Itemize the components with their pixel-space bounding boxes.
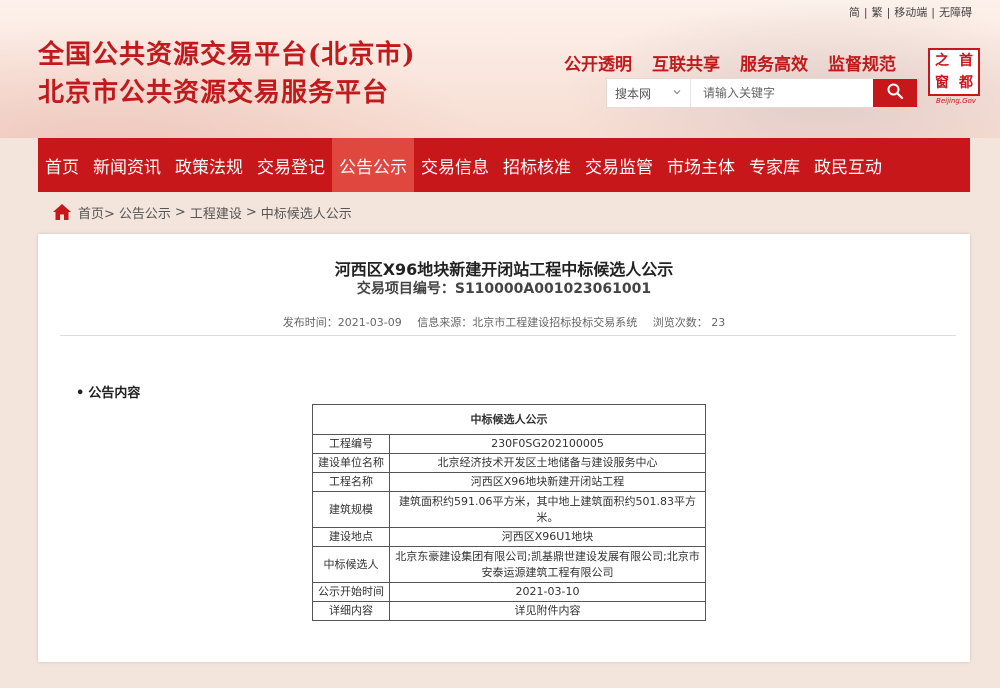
home-icon[interactable] [52,203,72,221]
article-title: 河西区X96地块新建开闭站工程中标候选人公示 [334,260,674,279]
section-label-text: 公告内容 [88,386,141,401]
nav-experts[interactable]: 专家库 [742,138,807,192]
logo-char: 窗 [935,75,949,91]
logo-char: 之 [935,53,949,69]
row-value: 详见附件内容 [389,601,706,621]
row-label: 建筑规模 [312,491,390,528]
breadcrumb-engineering[interactable]: 工程建设 [190,203,242,222]
slogan: 公开透明 [564,55,632,75]
view-count: 浏览次数： 23 [652,316,726,329]
breadcrumb: 首页> 公告公示 > 工程建设 > 中标候选人公示 [52,200,352,224]
row-value: 北京东豪建设集团有限公司;凯基鼎世建设发展有限公司;北京市安泰运源建筑工程有限公… [389,546,706,583]
accessibility-link[interactable]: 无障碍 [939,6,972,19]
row-label: 工程编号 [312,434,390,454]
search-scope-select[interactable]: 搜本网 [607,79,691,107]
table-row: 详细内容 详见附件内容 [312,601,706,621]
row-label: 中标候选人 [312,546,390,583]
nav-announcements[interactable]: 公告公示 [332,138,414,192]
search-box: 搜本网 [606,78,918,108]
section-label: • 公告内容 [76,382,140,401]
nav-interaction[interactable]: 政民互动 [807,138,889,192]
slogan: 互联共享 [652,55,720,75]
logo-caption: Beijing.Gov [936,97,976,105]
row-value: 河西区X96U1地块 [389,527,706,547]
nav-trade-info[interactable]: 交易信息 [414,138,496,192]
nav-market-entities[interactable]: 市场主体 [660,138,742,192]
row-value: 北京经济技术开发区土地储备与建设服务中心 [389,453,706,473]
main-nav: 首页 新闻资讯 政策法规 交易登记 公告公示 交易信息 招标核准 交易监管 市场… [38,138,970,192]
row-value: 2021-03-10 [389,582,706,602]
logo-box: 之 首 窗 都 [928,48,980,96]
search-button[interactable] [873,79,917,107]
row-value: 河西区X96地块新建开闭站工程 [389,472,706,492]
article-meta: 发布时间：2021-03-09 信息来源：北京市工程建设招标投标交易系统 浏览次… [38,314,970,330]
row-label: 详细内容 [312,601,390,621]
candidate-notice-table: 中标候选人公示 工程编号 230F0SG202100005 建设单位名称 北京经… [312,404,706,621]
separator: | [886,6,891,19]
top-links: 简 | 繁 | 移动端 | 无障碍 [847,4,974,20]
site-title-line2: 北京市公共资源交易服务平台 [38,78,390,108]
simplified-link[interactable]: 简 [849,6,860,19]
slogan: 服务高效 [740,55,808,75]
search-icon [886,82,904,104]
logo-char: 首 [959,53,973,69]
search-input[interactable] [691,79,873,107]
breadcrumb-announcements[interactable]: 公告公示 [119,203,171,222]
table-row: 中标候选人 北京东豪建设集团有限公司;凯基鼎世建设发展有限公司;北京市安泰运源建… [312,546,706,583]
traditional-link[interactable]: 繁 [872,6,883,19]
breadcrumb-home[interactable]: 首页> [78,203,115,222]
breadcrumb-current: 中标候选人公示 [260,206,352,222]
mobile-link[interactable]: 移动端 [894,6,927,19]
table-row: 建设单位名称 北京经济技术开发区土地储备与建设服务中心 [312,453,706,473]
nav-registration[interactable]: 交易登记 [250,138,332,192]
separator: | [863,6,868,19]
table-header-row: 中标候选人公示 [312,404,706,435]
capital-window-logo[interactable]: 之 首 窗 都 Beijing.Gov [928,48,984,110]
bullet-icon: • [76,386,85,401]
search-scope-label: 搜本网 [615,86,652,101]
separator: | [931,6,935,19]
slogans: 公开透明 互联共享 服务高效 监督规范 [564,50,896,75]
info-source: 信息来源：北京市工程建设招标投标交易系统 [417,316,638,329]
publish-time: 发布时间：2021-03-09 [282,316,402,329]
site-title-line1: 全国公共资源交易平台(北京市) [38,40,416,70]
nav-policy[interactable]: 政策法规 [168,138,250,192]
row-value: 建筑面积约591.06平方米，其中地上建筑面积约501.83平方米。 [389,491,706,528]
table-row: 建筑规模 建筑面积约591.06平方米，其中地上建筑面积约501.83平方米。 [312,491,706,528]
table-row: 建设地点 河西区X96U1地块 [312,527,706,547]
table-row: 公示开始时间 2021-03-10 [312,582,706,602]
table-row: 工程名称 河西区X96地块新建开闭站工程 [312,472,706,492]
row-label: 建设单位名称 [312,453,390,473]
breadcrumb-separator: > [245,204,257,220]
article-card: 河西区X96地块新建开闭站工程中标候选人公示 交易项目编号：S110000A00… [38,234,970,662]
row-value: 230F0SG202100005 [389,434,706,454]
chevron-down-icon [672,86,682,100]
table-header: 中标候选人公示 [312,404,706,435]
nav-bid-approval[interactable]: 招标核准 [496,138,578,192]
nav-supervision[interactable]: 交易监管 [578,138,660,192]
project-code: 交易项目编号：S110000A001023061001 [356,281,652,297]
logo-char: 都 [959,75,973,91]
divider [60,335,956,336]
breadcrumb-separator: > [174,204,186,220]
nav-news[interactable]: 新闻资讯 [86,138,168,192]
table-row: 工程编号 230F0SG202100005 [312,434,706,454]
nav-home[interactable]: 首页 [38,138,86,192]
row-label: 建设地点 [312,527,390,547]
row-label: 工程名称 [312,472,390,492]
row-label: 公示开始时间 [312,582,390,602]
site-header: 简 | 繁 | 移动端 | 无障碍 全国公共资源交易平台(北京市) 北京市公共资源交易服务平… [0,0,1000,138]
slogan: 监督规范 [828,55,896,75]
